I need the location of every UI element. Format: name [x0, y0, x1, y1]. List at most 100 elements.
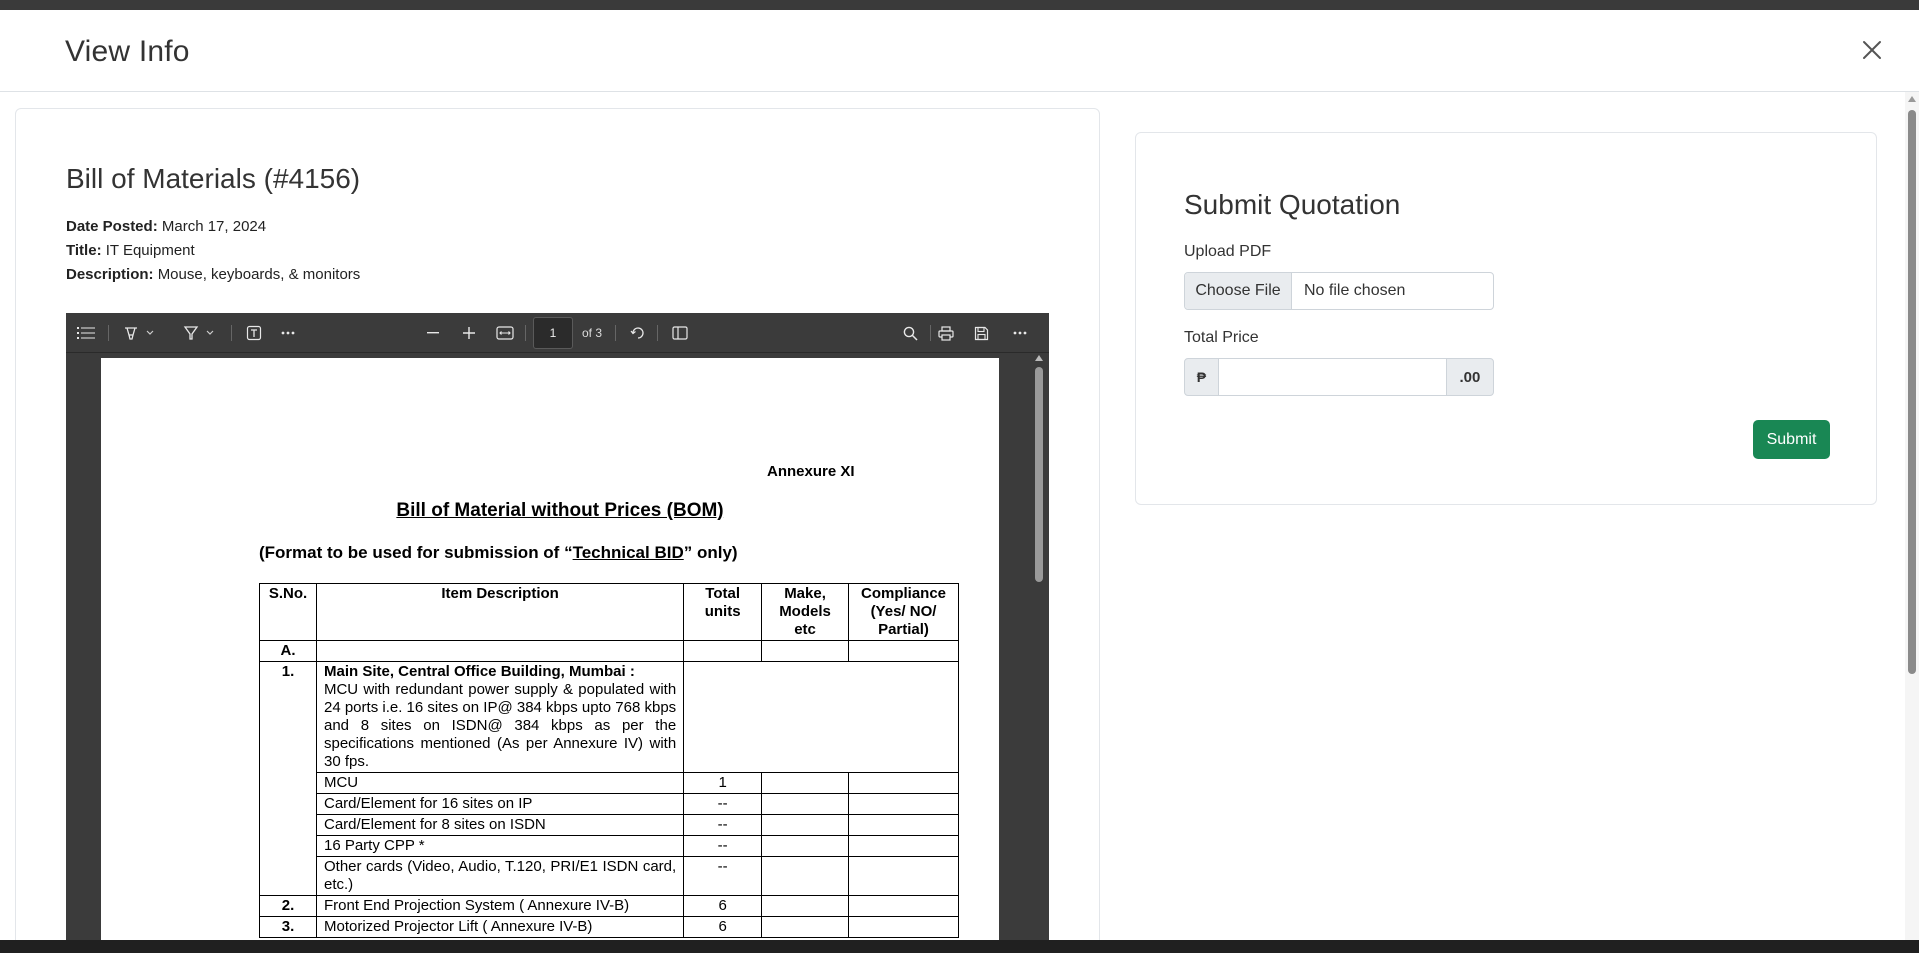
- header-make-models: Make, Models etc: [761, 583, 849, 641]
- modal-scrollbar[interactable]: [1905, 92, 1919, 940]
- choose-file-button[interactable]: Choose File: [1185, 273, 1292, 309]
- modal-scrollbar-thumb[interactable]: [1908, 110, 1916, 674]
- table-cell: [761, 835, 849, 857]
- row2-units: 6: [683, 895, 763, 917]
- table-cell: [761, 895, 849, 917]
- close-icon[interactable]: [1858, 36, 1886, 64]
- subtitle-emphasis: Technical BID: [572, 543, 684, 562]
- row-a-label: A.: [259, 640, 317, 662]
- row1-description: Main Site, Central Office Building, Mumb…: [315, 661, 685, 773]
- table-cell: [315, 640, 685, 662]
- row3-sno: 3.: [259, 916, 317, 938]
- rotate-icon[interactable]: [627, 321, 649, 345]
- table-cell: [848, 856, 959, 896]
- text-box-icon[interactable]: [243, 321, 265, 345]
- page-count: of 3: [582, 326, 603, 340]
- table-cell: [761, 814, 849, 836]
- chevron-down-icon[interactable]: [144, 321, 156, 345]
- table-cell: [848, 835, 959, 857]
- table-row: MCU 1: [260, 772, 959, 794]
- upload-pdf-input[interactable]: Choose File No file chosen: [1184, 272, 1494, 310]
- bom-heading: Bill of Materials (#4156): [66, 163, 361, 194]
- table-cell: [683, 640, 763, 662]
- table-row: 16 Party CPP * --: [260, 835, 959, 857]
- sub-item-desc: Card/Element for 16 sites on IP: [315, 793, 685, 815]
- table-row: Other cards (Video, Audio, T.120, PRI/E1…: [260, 856, 959, 896]
- table-cell: [848, 814, 959, 836]
- sub-item-desc: Card/Element for 8 sites on ISDN: [315, 814, 685, 836]
- pdf-viewer: 1 of 3 Annexure XI Bill of Material with…: [66, 313, 1049, 953]
- date-posted: Date Posted: March 17, 2024: [66, 218, 266, 235]
- submit-quotation-title: Submit Quotation: [1184, 189, 1401, 220]
- date-posted-label: Date Posted:: [66, 218, 158, 235]
- toolbar-separator: [108, 325, 109, 341]
- taskbar-strip: [0, 940, 1919, 953]
- fit-width-icon[interactable]: [493, 321, 517, 345]
- chevron-down-icon[interactable]: [204, 321, 216, 345]
- toolbar-separator: [657, 325, 658, 341]
- highlight-icon[interactable]: [120, 321, 142, 345]
- more-icon[interactable]: [277, 321, 299, 345]
- date-posted-value: March 17, 2024: [161, 218, 267, 235]
- description-label: Description:: [66, 266, 154, 283]
- table-row: Card/Element for 16 sites on IP --: [260, 793, 959, 815]
- sub-item-units: --: [683, 856, 763, 896]
- sub-item-desc: MCU: [315, 772, 685, 794]
- table-cell: [848, 772, 959, 794]
- pdf-scrollbar-thumb[interactable]: [1035, 367, 1043, 582]
- table-cell: [761, 640, 849, 662]
- toolbar-separator: [615, 325, 616, 341]
- annexure-label: Annexure XI: [767, 463, 855, 480]
- bom-title-row: Title: IT Equipment: [66, 242, 195, 259]
- bom-card: Bill of Materials (#4156) Date Posted: M…: [15, 108, 1100, 953]
- table-cell: [761, 772, 849, 794]
- upload-pdf-label: Upload PDF: [1184, 243, 1272, 260]
- table-row: A.: [259, 640, 959, 662]
- toolbar-separator: [525, 325, 526, 341]
- title-label: Title:: [66, 242, 102, 259]
- print-icon[interactable]: [935, 321, 957, 345]
- header-total-units: Total units: [683, 583, 763, 641]
- total-price-group: ₱ .00: [1184, 358, 1494, 396]
- table-cell: [848, 916, 959, 938]
- scroll-up-icon[interactable]: [1035, 355, 1043, 361]
- submit-quotation-card: Submit Quotation Upload PDF Choose File …: [1135, 132, 1877, 505]
- scroll-up-icon[interactable]: [1908, 96, 1916, 102]
- title-value: IT Equipment: [105, 242, 195, 259]
- submit-button[interactable]: Submit: [1753, 420, 1830, 459]
- more-options-icon[interactable]: [1009, 321, 1031, 345]
- page-number-input[interactable]: 1: [533, 317, 573, 349]
- sub-item-units: --: [683, 793, 763, 815]
- row1-text: MCU with redundant power supply & popula…: [323, 681, 677, 770]
- modal-title: View Info: [65, 35, 190, 68]
- zoom-out-icon[interactable]: [422, 321, 444, 345]
- total-price-input[interactable]: [1218, 358, 1446, 396]
- table-header-row: S.No. Item Description Total units Make,…: [259, 583, 959, 641]
- contents-icon[interactable]: [74, 321, 98, 345]
- row3-units: 6: [683, 916, 763, 938]
- pdf-page-area[interactable]: Annexure XI Bill of Material without Pri…: [66, 353, 1049, 953]
- subtitle-end: ” only): [683, 543, 738, 562]
- table-row: 1. Main Site, Central Office Building, M…: [259, 661, 959, 896]
- row1-title: Main Site, Central Office Building, Mumb…: [323, 663, 635, 680]
- table-row: 3. Motorized Projector Lift ( Annexure I…: [259, 916, 959, 938]
- row3-description: Motorized Projector Lift ( Annexure IV-B…: [315, 916, 685, 938]
- pdf-scrollbar[interactable]: [1032, 353, 1046, 953]
- sub-item-desc: 16 Party CPP *: [315, 835, 685, 857]
- table-cell: [761, 856, 849, 896]
- toolbar-separator: [231, 325, 232, 341]
- currency-symbol: ₱: [1184, 358, 1219, 396]
- zoom-in-icon[interactable]: [458, 321, 480, 345]
- sub-item-units: --: [683, 814, 763, 836]
- row2-sno: 2.: [259, 895, 317, 917]
- row2-description: Front End Projection System ( Annexure I…: [315, 895, 685, 917]
- page-view-icon[interactable]: [669, 321, 691, 345]
- total-price-label: Total Price: [1184, 329, 1259, 346]
- search-icon[interactable]: [899, 321, 921, 345]
- table-cell: [848, 793, 959, 815]
- header-sno: S.No.: [259, 583, 317, 641]
- save-icon[interactable]: [970, 321, 992, 345]
- table-row: 2. Front End Projection System ( Annexur…: [259, 895, 959, 917]
- bom-table: S.No. Item Description Total units Make,…: [259, 583, 959, 938]
- draw-icon[interactable]: [180, 321, 202, 345]
